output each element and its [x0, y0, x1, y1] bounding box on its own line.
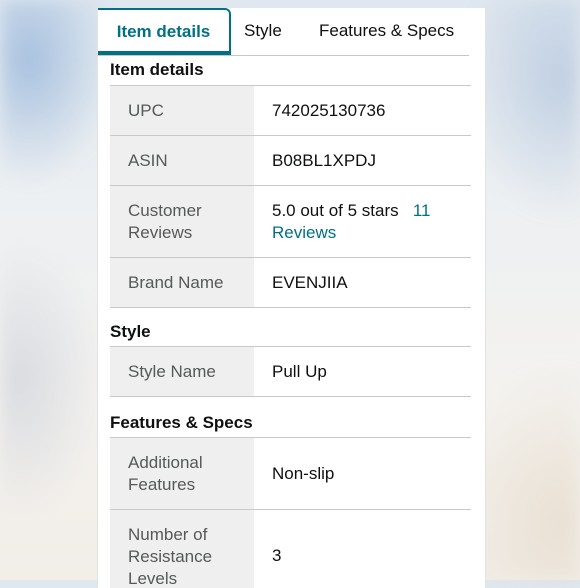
table-row: Additional Features Non-slip: [110, 438, 471, 510]
tab-style[interactable]: Style: [244, 8, 282, 54]
features-table: Additional Features Non-slip Number of R…: [110, 437, 471, 588]
table-row: UPC 742025130736: [110, 86, 471, 136]
tab-features-specs[interactable]: Features & Specs: [319, 8, 454, 54]
tab-bar: Item details Style Features & Specs: [98, 8, 469, 56]
row-label: Brand Name: [110, 258, 254, 307]
rating-text: 5.0 out of 5 stars: [272, 200, 399, 220]
row-label: Additional Features: [110, 438, 254, 509]
style-table: Style Name Pull Up: [110, 346, 471, 397]
section-title-item-details: Item details: [110, 60, 204, 79]
product-details-panel: Item details Style Features & Specs Item…: [97, 8, 486, 588]
table-row: Customer Reviews 5.0 out of 5 stars 11 R…: [110, 186, 471, 258]
table-row: Brand Name EVENJIIA: [110, 258, 471, 308]
row-value: 5.0 out of 5 stars 11 Reviews: [254, 186, 471, 257]
row-value: Non-slip: [272, 463, 335, 483]
row-value: EVENJIIA: [272, 272, 348, 292]
row-label: UPC: [110, 86, 254, 135]
item-details-table: UPC 742025130736 ASIN B08BL1XPDJ Custome…: [110, 85, 471, 308]
row-value: Pull Up: [272, 361, 327, 381]
row-label: Style Name: [110, 347, 254, 396]
row-value: 3: [272, 545, 282, 565]
row-label: Customer Reviews: [110, 186, 254, 257]
row-value: B08BL1XPDJ: [272, 150, 376, 170]
row-value: 742025130736: [272, 100, 386, 120]
tab-item-details[interactable]: Item details: [98, 8, 231, 55]
row-label: Number of Resistance Levels: [110, 510, 254, 588]
row-label: ASIN: [110, 136, 254, 185]
table-row: Style Name Pull Up: [110, 347, 471, 397]
section-title-features-specs: Features & Specs: [110, 413, 253, 432]
section-title-style: Style: [110, 322, 151, 341]
table-row: ASIN B08BL1XPDJ: [110, 136, 471, 186]
table-row: Number of Resistance Levels 3: [110, 510, 471, 588]
